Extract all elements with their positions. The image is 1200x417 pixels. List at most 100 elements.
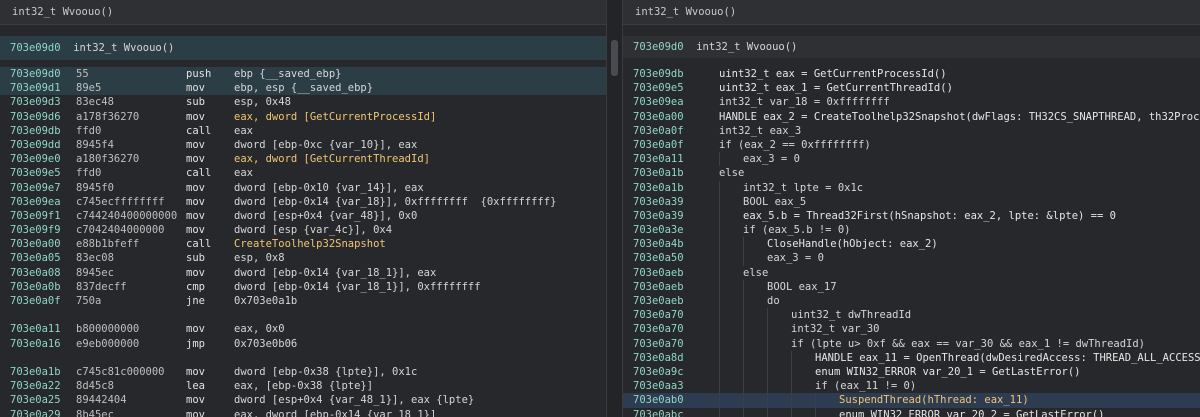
pseudocode-row[interactable]: 703e09e5 uint32_t eax_1 = GetCurrentThrea… xyxy=(623,81,1200,95)
pseudocode-text: BOOL eax_5 xyxy=(743,195,807,208)
asm-row[interactable]: 703e09ea c745ecffffffff mov dword [ebp-0x14… xyxy=(0,195,606,209)
pseudocode-row[interactable]: 703e0a1b int32_t lpte = 0x1c xyxy=(623,180,1200,195)
asm-row[interactable]: 703e0a05 83ec08 sub esp, 0x8 xyxy=(0,251,606,265)
asm-row[interactable]: 703e0a29 8b45ec mov eax, dword [ebp-0x14 {v… xyxy=(0,408,606,417)
asm-row[interactable]: 703e0a08 8945ec mov dword [ebp-0x14 {var_18… xyxy=(0,266,606,280)
pseudocode-row[interactable]: 703e0abc enum WIN32_ERROR var_20_2 = GetL… xyxy=(623,407,1200,417)
indent-guide xyxy=(767,350,768,365)
asm-address: 703e09d0 xyxy=(10,68,61,80)
asm-row[interactable]: 703e09e5 ffd0 call eax xyxy=(0,166,606,180)
pseudocode-text: enum WIN32_ERROR var_20_2 = GetLastError… xyxy=(839,408,1105,417)
pseudocode-text: HANDLE eax_2 = CreateToolhelp32Snapshot(… xyxy=(719,110,1200,123)
asm-row[interactable]: 703e0a0b 837decff cmp dword [ebp-0x14 {var_… xyxy=(0,280,606,294)
pseudocode-row[interactable]: 703e0aeb do xyxy=(623,294,1200,309)
indent-guide xyxy=(743,294,744,309)
asm-bytes: 8945f4 xyxy=(76,138,114,151)
disassembly-pane[interactable]: int32_t Wvoouo() 703e09d0 int32_t Wvoouo… xyxy=(0,0,606,417)
pseudocode-address: 703e0a0f xyxy=(633,124,684,137)
asm-mnemonic: mov xyxy=(186,224,205,237)
asm-bytes: 55 xyxy=(76,68,89,80)
indent-guide xyxy=(743,308,744,323)
pseudocode-row[interactable]: 703e0a0f if (eax_2 == 0xffffffff) xyxy=(623,138,1200,152)
asm-mnemonic: call xyxy=(186,238,212,251)
asm-row[interactable]: 703e0a1b c745c81c000000 mov dword [ebp-0x38… xyxy=(0,365,606,379)
asm-row[interactable]: 703e09db ffd0 call eax xyxy=(0,124,606,138)
asm-row[interactable]: 703e0a00 e88b1bfeff call CreateToolhelp32Sn… xyxy=(0,237,606,251)
asm-row[interactable]: 703e09d1 89e5 mov ebp, esp {__saved_ebp} xyxy=(0,81,606,96)
pseudocode-row[interactable]: 703e0a70 uint32_t dwThreadId xyxy=(623,308,1200,323)
asm-row[interactable]: 703e09e0 a180f36270 mov eax, dword [GetCurr… xyxy=(0,152,606,166)
pseudocode-row[interactable]: 703e0a00 HANDLE eax_2 = CreateToolhelp32S… xyxy=(623,110,1200,124)
pseudocode-row[interactable]: 703e0aeb BOOL eax_17 xyxy=(623,279,1200,294)
asm-row[interactable]: 703e0a22 8d45c8 lea eax, [ebp-0x38 {lpte}] xyxy=(0,379,606,393)
indent-guide xyxy=(743,393,744,408)
asm-mnemonic: push xyxy=(186,68,212,80)
pseudocode-text: uint32_t eax_1 = GetCurrentThreadId() xyxy=(719,82,953,95)
asm-bytes: e88b1bfeff xyxy=(76,238,140,251)
pseudocode-row[interactable]: 703e0a9c enum WIN32_ERROR var_20_1 = GetL… xyxy=(623,364,1200,380)
decompiler-pane[interactable]: int32_t Wvoouo() 703e09d0 int32_t Wvoouo… xyxy=(623,0,1200,417)
pseudocode-row[interactable]: 703e0a39 BOOL eax_5 xyxy=(623,194,1200,209)
pseudocode-address: 703e0a1b xyxy=(633,167,684,180)
asm-operands: eax, dword [ebp-0x14 {var_18_1}] xyxy=(234,408,437,417)
asm-operands: dword [esp+0x4 {var_48_1}], eax {lpte} xyxy=(234,394,475,407)
asm-row[interactable]: 703e09e7 8945f0 mov dword [ebp-0x10 {var_14… xyxy=(0,181,606,195)
pseudocode-text: eax_3 = 0 xyxy=(743,153,800,166)
pseudocode-row[interactable]: 703e0a50 eax_3 = 0 xyxy=(623,251,1200,266)
pseudocode-row[interactable]: 703e0ab0 SuspendThread(hThread: eax_11) xyxy=(623,393,1200,408)
pseudocode-row[interactable]: 703e0a8d HANDLE eax_11 = OpenThread(dwDes… xyxy=(623,350,1200,365)
asm-operands: dword [ebp-0x14 {var_18}], 0xffffffff {0… xyxy=(234,195,557,208)
asm-address: 703e0a22 xyxy=(10,380,61,393)
pseudocode-address: 703e0a1b xyxy=(633,181,684,194)
pseudocode-text: eax_5.b = Thread32First(hSnapshot: eax_2… xyxy=(743,209,1116,222)
asm-row[interactable]: 703e09d0 55 push ebp {__saved_ebp} xyxy=(0,67,606,82)
splitter-scroll-thumb[interactable] xyxy=(611,40,618,76)
pseudocode-row[interactable]: 703e0aa3 if (eax_11 != 0) xyxy=(623,379,1200,394)
asm-row[interactable] xyxy=(0,351,606,365)
pseudocode-row[interactable]: 703e0a0f int32_t eax_3 xyxy=(623,124,1200,138)
pseudocode-row[interactable]: 703e0a4b CloseHandle(hObject: eax_2) xyxy=(623,237,1200,252)
pseudocode-row[interactable]: 703e0aeb else xyxy=(623,265,1200,280)
indent-guide xyxy=(719,265,720,280)
asm-operands: ebp {__saved_ebp} xyxy=(234,68,342,80)
asm-operands: esp, 0x48 xyxy=(234,96,291,109)
asm-bytes: e9eb000000 xyxy=(76,337,140,350)
asm-operands: 0x703e0a1b xyxy=(234,295,298,307)
indent-guide xyxy=(719,336,720,351)
asm-row[interactable]: 703e09d6 a178f36270 mov eax, dword [GetCurr… xyxy=(0,110,606,124)
pseudocode-row[interactable]: 703e0a1b else xyxy=(623,166,1200,180)
asm-row[interactable]: 703e09d3 83ec48 sub esp, 0x48 xyxy=(0,95,606,109)
pseudocode-address: 703e0a39 xyxy=(633,195,684,208)
pseudocode-row[interactable]: 703e0a70 if (lpte u> 0xf && eax == var_30… xyxy=(623,336,1200,351)
asm-bytes: c744240400000000 xyxy=(76,209,178,222)
pseudocode-address: 703e0a00 xyxy=(633,110,684,123)
asm-row[interactable] xyxy=(0,308,606,322)
asm-operands: 0x703e0b06 xyxy=(234,337,298,350)
asm-row[interactable]: 703e09f9 c7042404000000 mov dword [esp {var… xyxy=(0,223,606,237)
asm-row[interactable]: 703e09f1 c744240400000000 mov dword [esp+0x… xyxy=(0,209,606,223)
pseudocode-row[interactable]: 703e09ea int32_t var_18 = 0xffffffff xyxy=(623,95,1200,109)
indent-guide xyxy=(719,223,720,238)
pseudocode-row[interactable]: 703e0a11 eax_3 = 0 xyxy=(623,152,1200,167)
indent-guide xyxy=(743,379,744,394)
asm-row[interactable]: 703e0a25 89442404 mov dword [esp+0x4 {var_4… xyxy=(0,393,606,407)
pane-splitter[interactable] xyxy=(606,0,623,417)
asm-row[interactable]: 703e0a0f 750a jne 0x703e0a1b xyxy=(0,294,606,308)
indent-guide xyxy=(815,393,816,408)
pseudocode-row[interactable]: 703e0a3e if (eax_5.b != 0) xyxy=(623,223,1200,238)
asm-row[interactable]: 703e09dd 8945f4 mov dword [ebp-0xc {var_10}… xyxy=(0,138,606,152)
indent-guide xyxy=(719,237,720,252)
asm-bytes: 837decff xyxy=(76,280,127,293)
pseudocode-row[interactable]: 703e0a39 eax_5.b = Thread32First(hSnapsho… xyxy=(623,208,1200,224)
pseudocode-text: int32_t lpte = 0x1c xyxy=(743,181,864,194)
asm-operands: ebp, esp {__saved_ebp} xyxy=(234,82,374,95)
asm-address: 703e0a00 xyxy=(10,238,61,251)
pseudocode-row[interactable]: 703e0a70 int32_t var_30 xyxy=(623,322,1200,337)
asm-row[interactable]: 703e0a11 b800000000 mov eax, 0x0 xyxy=(0,322,606,336)
pseudocode-address: 703e0a11 xyxy=(633,153,684,166)
pseudocode-text: eax_3 = 0 xyxy=(767,252,824,265)
pseudocode-row[interactable]: 703e09db uint32_t eax = GetCurrentProcess… xyxy=(623,67,1200,81)
asm-row[interactable]: 703e0a16 e9eb000000 jmp 0x703e0b06 xyxy=(0,337,606,351)
indent-guide xyxy=(791,379,792,394)
asm-mnemonic: sub xyxy=(186,96,205,109)
